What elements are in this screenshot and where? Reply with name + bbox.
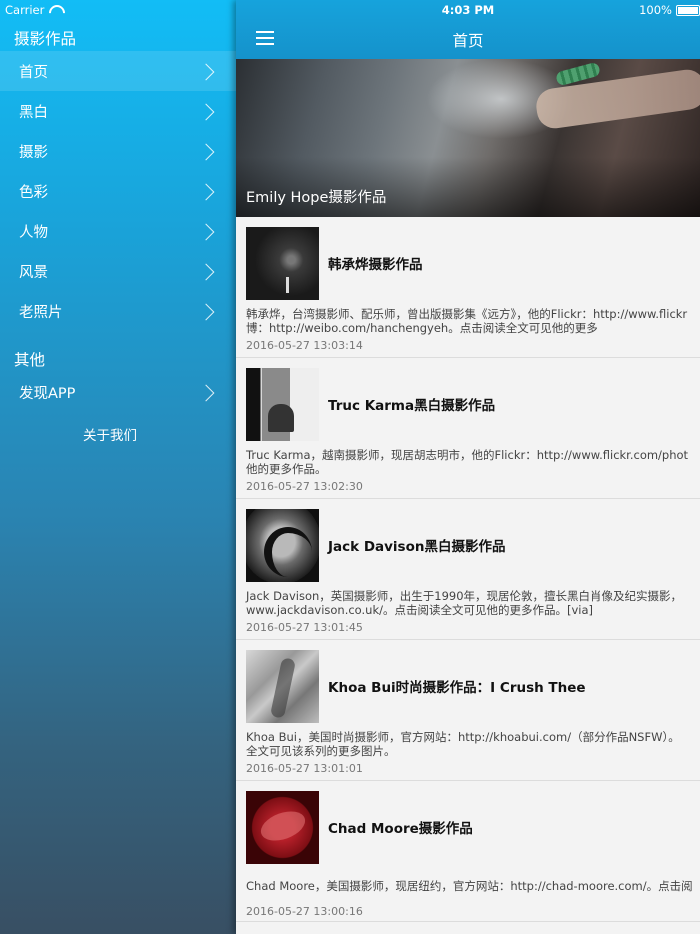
article-date: 2016-05-27 13:01:45 xyxy=(246,621,363,634)
list-item[interactable]: Jack Davison黑白摄影作品 Jack Davison，英国摄影师，出生… xyxy=(236,499,700,640)
carrier-label: Carrier xyxy=(5,3,45,17)
list-item[interactable]: 韩承烨摄影作品 韩承烨，台湾摄影师、配乐师，曾出版摄影集《远方》，他的Flick… xyxy=(236,217,700,358)
page-title: 首页 xyxy=(452,32,484,50)
sidebar-item-label: 色彩 xyxy=(19,184,48,201)
chevron-right-icon xyxy=(202,63,216,79)
article-title: Jack Davison黑白摄影作品 xyxy=(328,539,506,555)
article-date: 2016-05-27 13:01:01 xyxy=(246,762,363,775)
article-title: Khoa Bui时尚摄影作品：I Crush Thee xyxy=(328,680,586,696)
article-thumbnail xyxy=(246,791,319,864)
article-description: Truc Karma，越南摄影师，现居胡志明市，他的Flickr：http://… xyxy=(246,448,689,462)
battery-icon xyxy=(676,4,700,16)
chevron-right-icon xyxy=(202,303,216,319)
sidebar-item-black-white[interactable]: 黑白 xyxy=(0,91,236,131)
battery-label: 100% xyxy=(639,3,672,17)
status-time: 4:03 PM xyxy=(441,3,495,17)
article-thumbnail xyxy=(246,227,319,300)
sidebar-item-label: 人物 xyxy=(19,224,48,241)
article-title: Truc Karma黑白摄影作品 xyxy=(328,398,496,414)
sidebar-item-label: 老照片 xyxy=(19,304,63,321)
article-description: Khoa Bui，美国时尚摄影师，官方网站：http://khoabui.com… xyxy=(246,730,680,744)
article-description: 韩承烨，台湾摄影师、配乐师，曾出版摄影集《远方》，他的Flickr：http:/… xyxy=(246,307,688,321)
sidebar-item-color[interactable]: 色彩 xyxy=(0,171,236,211)
status-carrier: Carrier xyxy=(5,3,62,17)
sidebar-item-label: 黑白 xyxy=(19,104,48,121)
list-item[interactable]: Khoa Bui时尚摄影作品：I Crush Thee Khoa Bui，美国时… xyxy=(236,640,700,781)
wifi-icon xyxy=(48,5,62,15)
sidebar-item-photography[interactable]: 摄影 xyxy=(0,131,236,171)
navigation-bar: 4:03 PM 100% 首页 xyxy=(236,0,700,59)
article-description: 全文可见该系列的更多图片。 xyxy=(246,744,396,758)
sidebar-other-title: 其他 xyxy=(14,351,46,369)
sidebar-item-label: 首页 xyxy=(19,64,48,81)
article-thumbnail xyxy=(246,368,319,441)
article-date: 2016-05-27 13:02:30 xyxy=(246,480,363,493)
chevron-right-icon xyxy=(202,384,216,400)
sidebar-item-landscape[interactable]: 风景 xyxy=(0,251,236,291)
article-thumbnail xyxy=(246,650,319,723)
list-item[interactable]: Truc Karma黑白摄影作品 Truc Karma，越南摄影师，现居胡志明市… xyxy=(236,358,700,499)
article-description: 博：http://weibo.com/hanchengyeh。点击阅读全文可见他… xyxy=(246,321,598,335)
hero-caption: Emily Hope摄影作品 xyxy=(246,190,387,206)
chevron-right-icon xyxy=(202,183,216,199)
main-panel: 4:03 PM 100% 首页 Emily Hope摄影作品 韩承烨摄影作品 韩… xyxy=(236,0,700,934)
featured-banner[interactable]: Emily Hope摄影作品 xyxy=(236,59,700,217)
article-description: 他的更多作品。 xyxy=(246,462,327,476)
sidebar-item-label: 摄影 xyxy=(19,144,48,161)
sidebar-item-label: 发现APP xyxy=(19,385,76,402)
article-date: 2016-05-27 13:03:14 xyxy=(246,339,363,352)
chevron-right-icon xyxy=(202,143,216,159)
about-us-link[interactable]: 关于我们 xyxy=(0,424,220,444)
article-description: www.jackdavison.co.uk/。点击阅读全文可见他的更多作品。[v… xyxy=(246,603,594,617)
article-date: 2016-05-27 13:00:16 xyxy=(246,905,363,918)
sidebar-item-home[interactable]: 首页 xyxy=(0,51,236,91)
sidebar-item-people[interactable]: 人物 xyxy=(0,211,236,251)
sidebar: Carrier 摄影作品 首页 黑白 摄影 色彩 人物 风景 老照片 其他 发现… xyxy=(0,0,236,934)
sidebar-item-label: 风景 xyxy=(19,264,48,281)
sidebar-item-old-photos[interactable]: 老照片 xyxy=(0,291,236,331)
article-thumbnail xyxy=(246,509,319,582)
article-description: Jack Davison，英国摄影师，出生于1990年，现居伦敦，擅长黑白肖像及… xyxy=(246,589,683,603)
sidebar-item-discover-app[interactable]: 发现APP xyxy=(0,372,236,412)
chevron-right-icon xyxy=(202,103,216,119)
article-description: Chad Moore，美国摄影师，现居纽约，官方网站：http://chad-m… xyxy=(246,879,693,893)
chevron-right-icon xyxy=(202,263,216,279)
status-battery: 100% xyxy=(639,3,700,17)
article-title: Chad Moore摄影作品 xyxy=(328,821,473,837)
article-title: 韩承烨摄影作品 xyxy=(328,257,423,273)
list-item[interactable]: Chad Moore摄影作品 Chad Moore，美国摄影师，现居纽约，官方网… xyxy=(236,781,700,922)
chevron-right-icon xyxy=(202,223,216,239)
sidebar-section-title: 摄影作品 xyxy=(14,30,77,48)
